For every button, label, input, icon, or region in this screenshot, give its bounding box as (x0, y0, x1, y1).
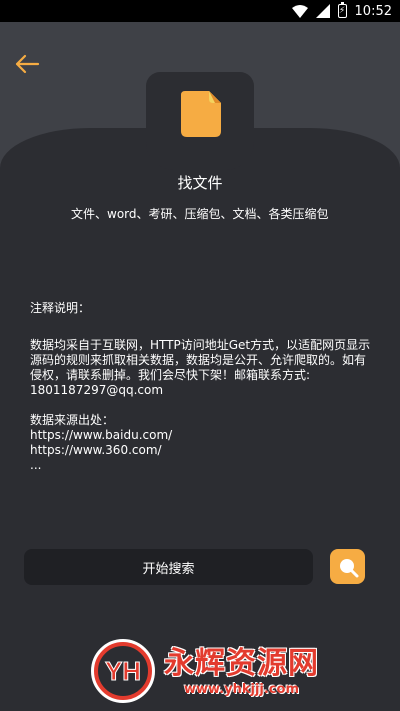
arrow-left-icon (15, 54, 40, 74)
start-search-button[interactable]: 开始搜索 (24, 549, 313, 585)
search-icon-button[interactable] (330, 549, 365, 584)
watermark-url: www.yhkjjj.com (183, 681, 299, 697)
status-time: 10:52 (354, 3, 392, 19)
wifi-icon (291, 4, 308, 18)
document-icon (181, 91, 221, 137)
source-item: https://www.baidu.com/ (30, 428, 173, 442)
page-title: 找文件 (177, 174, 223, 192)
status-bar: ⚡ 10:52 (0, 0, 400, 22)
sources-heading: 数据来源出处： (30, 413, 115, 427)
status-icons: ⚡ 10:52 (291, 2, 392, 20)
source-item: ... (30, 458, 42, 472)
watermark-name: 永辉资源网 (164, 645, 319, 681)
page-subtitle: 文件、word、考研、压缩包、文档、各类压缩包 (71, 207, 329, 221)
watermark-text: 永辉资源网 www.yhkjjj.com (164, 646, 319, 697)
battery-icon: ⚡ (337, 2, 347, 18)
signal-icon (315, 4, 330, 18)
notes-section: 注释说明： 数据均采自于互联网，HTTP访问地址Get方式，以适配网页显示源码的… (30, 301, 375, 473)
notes-heading: 注释说明： (30, 301, 91, 315)
source-item: https://www.360.com/ (30, 443, 162, 457)
notes-body: 数据均采自于互联网，HTTP访问地址Get方式，以适配网页显示源码的规则来抓取相… (30, 338, 371, 397)
search-icon (339, 558, 358, 577)
watermark-logo: YH (91, 639, 155, 703)
svg-text:YH: YH (105, 656, 141, 686)
watermark: YH 永辉资源网 www.yhkjjj.com (90, 638, 390, 704)
back-button[interactable] (10, 52, 44, 76)
